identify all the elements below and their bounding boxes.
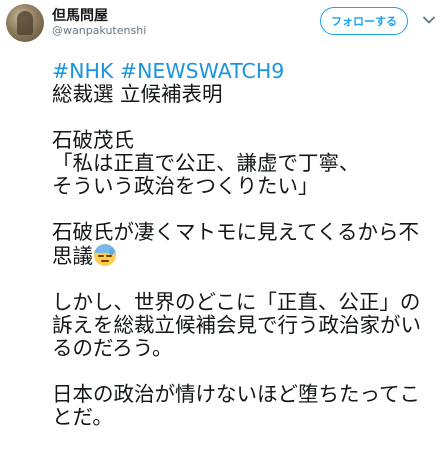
hashtag-line: #NHK #NEWSWATCH9	[52, 60, 440, 83]
avatar-figure	[17, 11, 33, 35]
text-line: 日本の政治が情けないほど堕ちたってこ	[52, 382, 420, 406]
hashtag-newswatch9[interactable]: #NEWSWATCH9	[120, 59, 284, 83]
text-line: そういう政治をつくりたい」	[52, 174, 319, 198]
text-line-with-emoji: 思議	[52, 244, 440, 268]
tweet-text: #NHK #NEWSWATCH9 総裁選 立候補表明 石破茂氏 「私は正直で公正…	[52, 60, 440, 429]
text-line: 石破氏が凄くマトモに見えてくるから不	[52, 220, 419, 244]
follow-button[interactable]: フォローする	[320, 7, 408, 35]
screen-name[interactable]: @wanpakutenshi	[52, 24, 146, 37]
tweet-card: 但馬問屋 @wanpakutenshi フォローする #NHK #NEWSWAT…	[0, 0, 445, 450]
text-line: 「私は正直で公正、謙虚で丁寧、	[52, 151, 360, 175]
text-line: しかし、世界のどこに「正直、公正」の	[52, 290, 421, 314]
sweat-face-emoji-icon	[94, 244, 116, 266]
text-line: 総裁選 立候補表明	[52, 82, 223, 106]
text-line: 石破茂氏	[52, 128, 134, 152]
avatar[interactable]	[6, 4, 44, 42]
text-line: 訴えを総裁立候補会見で行う政治家がい	[52, 313, 421, 337]
chevron-down-icon[interactable]	[422, 13, 436, 27]
text-line: とだ。	[52, 405, 113, 429]
text-line: るのだろう。	[52, 336, 173, 360]
hashtag-nhk[interactable]: #NHK	[52, 59, 113, 83]
text-fragment: 思議	[52, 244, 93, 268]
display-name[interactable]: 但馬問屋	[52, 5, 108, 25]
